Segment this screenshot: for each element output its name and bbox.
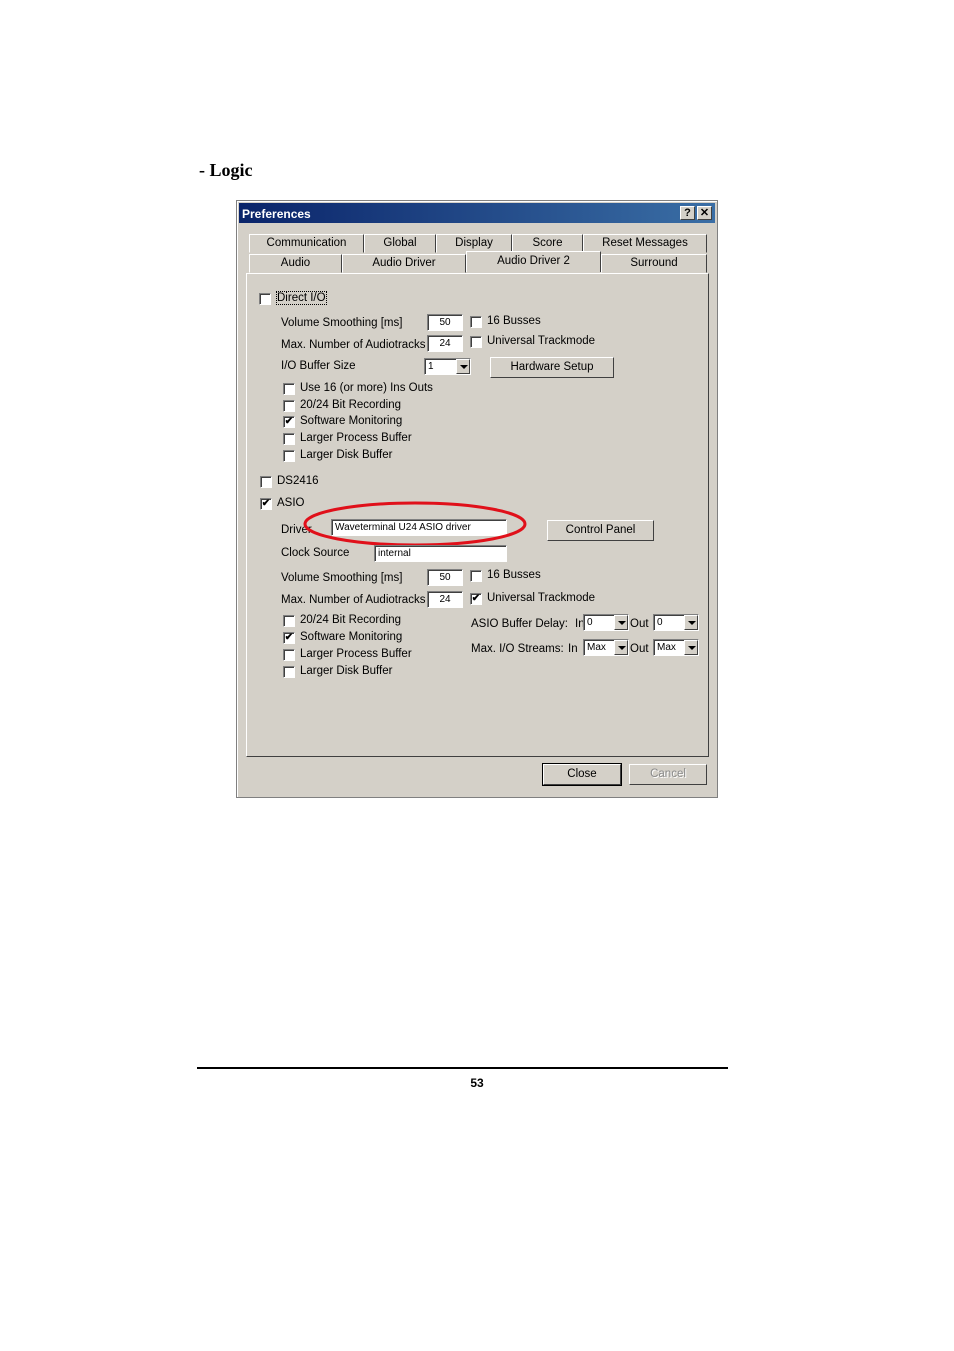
clock-source-field[interactable]: internal (374, 545, 507, 562)
ds2416-label: DS2416 (277, 475, 319, 487)
tab-surround[interactable]: Surround (601, 254, 707, 273)
option-label: Larger Process Buffer (300, 432, 412, 444)
tab-communication[interactable]: Communication (249, 234, 364, 253)
chevron-down-icon[interactable] (614, 615, 628, 630)
streams-in-label: In (568, 643, 578, 655)
option-checkbox[interactable]: ✔ (283, 416, 295, 428)
tab-audio-driver-2[interactable]: Audio Driver 2 (466, 251, 601, 272)
io-buffer-select[interactable]: 1 (424, 358, 471, 375)
checkmark: ✔ (471, 593, 481, 604)
tab-reset-messages[interactable]: Reset Messages (583, 234, 707, 253)
io-buffer-label: I/O Buffer Size (281, 360, 356, 372)
asio-option-checkbox[interactable] (283, 649, 295, 661)
asio-universal-trackmode-label: Universal Trackmode (487, 592, 596, 604)
close-icon[interactable]: ✕ (697, 206, 712, 220)
volume-smoothing-field[interactable]: 50 (427, 314, 463, 331)
hardware-setup-button[interactable]: Hardware Setup (490, 357, 614, 378)
asio-option-label: 20/24 Bit Recording (300, 614, 402, 626)
asio-checkbox[interactable]: ✔ (260, 498, 272, 510)
preferences-dialog: Preferences ? ✕ Communication Global Dis… (236, 200, 718, 798)
asio-option-checkbox[interactable] (283, 666, 295, 678)
option-label: Software Monitoring (300, 415, 403, 427)
streams-in-select[interactable]: Max (583, 639, 629, 656)
asio-label: ASIO (277, 497, 305, 509)
checkmark: ✔ (284, 416, 294, 427)
option-checkbox[interactable] (283, 400, 295, 412)
direct-io-checkbox[interactable] (259, 293, 271, 305)
asio-volume-smoothing-label: Volume Smoothing [ms] (281, 572, 403, 584)
busses16-checkbox[interactable] (470, 316, 482, 328)
asio-max-audiotracks-label: Max. Number of Audiotracks (281, 594, 426, 606)
buffer-delay-label: ASIO Buffer Delay: (471, 618, 568, 630)
option-checkbox[interactable] (283, 383, 295, 395)
streams-in-value: Max (587, 642, 606, 653)
help-button[interactable]: ? (680, 206, 695, 220)
max-io-streams-label: Max. I/O Streams: (471, 643, 564, 655)
tab-audio-driver[interactable]: Audio Driver (342, 254, 466, 273)
page-number: 53 (470, 1076, 484, 1090)
section-heading: - Logic (199, 160, 253, 180)
max-audiotracks-label: Max. Number of Audiotracks (281, 339, 426, 351)
buffer-delay-out-select[interactable]: 0 (653, 614, 699, 631)
tab-global[interactable]: Global (364, 234, 436, 253)
universal-trackmode-label: Universal Trackmode (487, 335, 596, 347)
buffer-delay-out-label: Out (630, 618, 649, 630)
asio-option-label: Larger Process Buffer (300, 648, 412, 660)
option-checkbox[interactable] (283, 433, 295, 445)
io-buffer-value: 1 (428, 361, 434, 372)
buffer-delay-in-select[interactable]: 0 (583, 614, 629, 631)
volume-smoothing-label: Volume Smoothing [ms] (281, 317, 403, 329)
ds2416-checkbox[interactable] (260, 476, 272, 488)
checkmark: ✔ (284, 632, 294, 643)
chevron-down-icon[interactable] (614, 640, 628, 655)
option-label: Larger Disk Buffer (300, 449, 393, 461)
asio-volume-smoothing-field[interactable]: 50 (427, 569, 463, 586)
chevron-down-icon[interactable] (684, 640, 698, 655)
cancel-button[interactable]: Cancel (629, 764, 707, 785)
asio-busses16-checkbox[interactable] (470, 570, 482, 582)
option-label: Use 16 (or more) Ins Outs (300, 382, 433, 394)
max-audiotracks-field[interactable]: 24 (427, 335, 463, 352)
chevron-down-icon[interactable] (684, 615, 698, 630)
streams-out-label: Out (630, 643, 649, 655)
streams-out-value: Max (657, 642, 676, 653)
chevron-down-icon[interactable] (456, 359, 470, 374)
option-checkbox[interactable] (283, 450, 295, 462)
asio-busses16-label: 16 Busses (487, 569, 541, 581)
tab-audio[interactable]: Audio (249, 254, 342, 273)
dialog-title: Preferences (242, 207, 311, 221)
universal-trackmode-checkbox[interactable] (470, 336, 482, 348)
streams-out-select[interactable]: Max (653, 639, 699, 656)
highlight-ellipse-shape (303, 501, 527, 547)
option-label: 20/24 Bit Recording (300, 399, 402, 411)
asio-option-label: Larger Disk Buffer (300, 665, 393, 677)
highlight-ellipse (303, 501, 527, 547)
asio-option-checkbox[interactable]: ✔ (283, 632, 295, 644)
busses16-label: 16 Busses (487, 315, 541, 327)
footer-rule (197, 1067, 728, 1069)
asio-max-audiotracks-field[interactable]: 24 (427, 591, 463, 608)
title-bar[interactable]: Preferences ? ✕ (239, 203, 715, 223)
checkmark: ✔ (261, 498, 271, 509)
asio-universal-trackmode-checkbox[interactable]: ✔ (470, 593, 482, 605)
buffer-delay-out-value: 0 (657, 617, 663, 628)
buffer-delay-in-value: 0 (587, 617, 593, 628)
control-panel-button[interactable]: Control Panel (547, 520, 654, 541)
direct-io-label: Direct I/O (276, 291, 327, 305)
asio-option-checkbox[interactable] (283, 615, 295, 627)
clock-source-label: Clock Source (281, 547, 350, 559)
close-button[interactable]: Close (542, 763, 622, 786)
asio-option-label: Software Monitoring (300, 631, 403, 643)
